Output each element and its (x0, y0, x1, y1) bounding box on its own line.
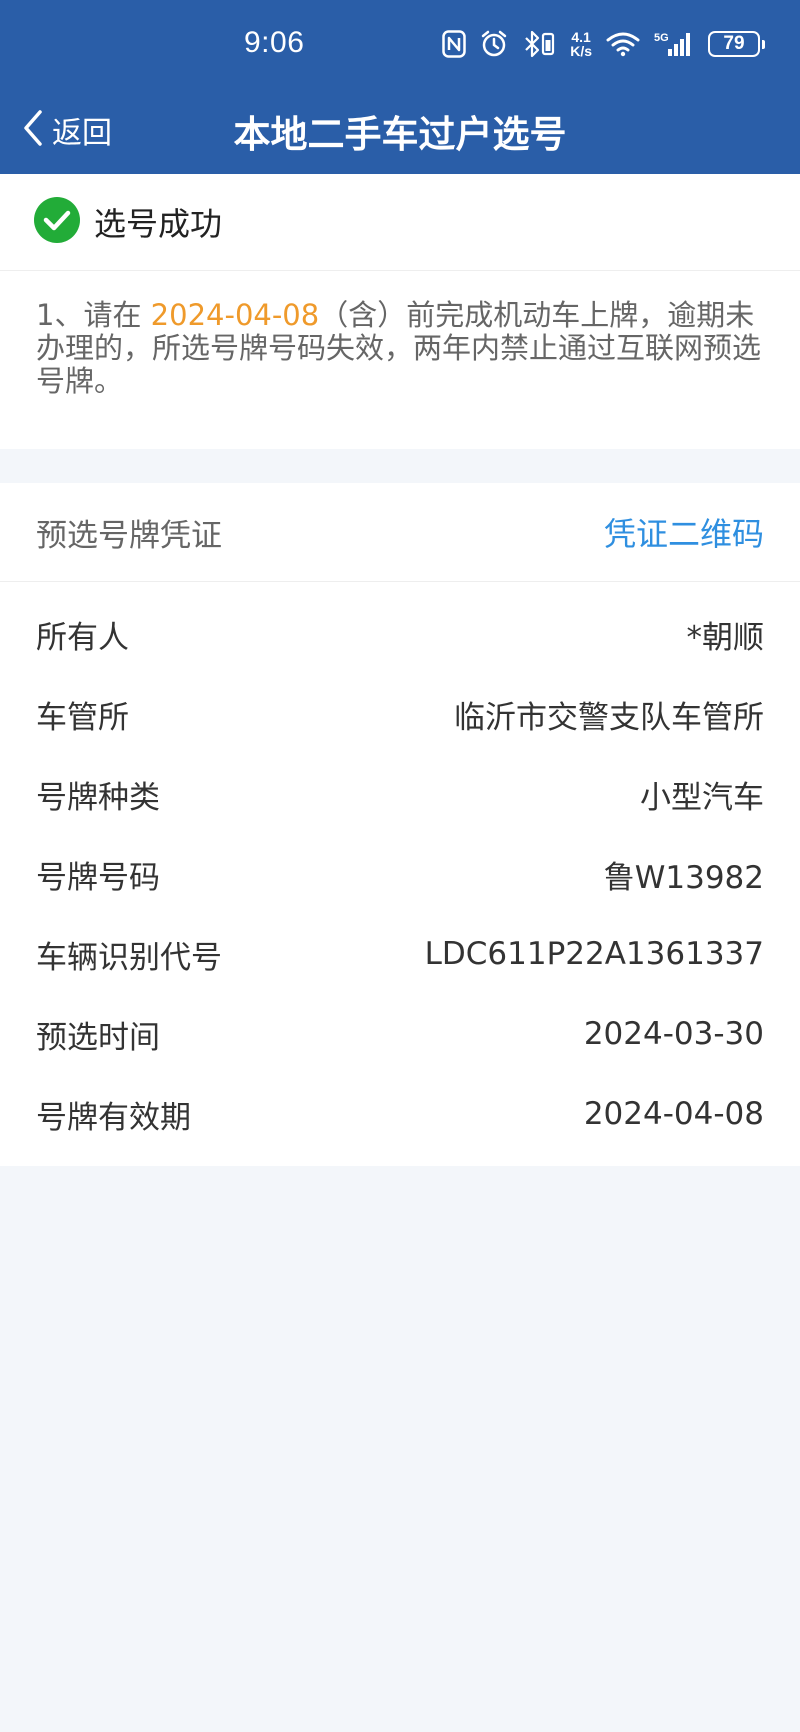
nfc-icon (442, 30, 466, 58)
notice-text: 1、请在 2024-04-08（含）前完成机动车上牌，逾期未办理的，所选号牌号码… (0, 271, 800, 449)
detail-key: 车辆识别代号 (36, 939, 222, 976)
detail-key: 所有人 (36, 619, 129, 656)
result-label: 选号成功 (94, 205, 223, 243)
result-banner: 选号成功 (0, 174, 800, 271)
app-header: 9:06 4.1 K/s 5G 79 返回 本地二手车过户选号 (0, 0, 800, 174)
check-circle-icon (34, 197, 80, 247)
detail-row-select-time: 预选时间 2024-03-30 (36, 994, 764, 1074)
status-time: 9:06 (244, 26, 305, 59)
detail-row-plate-type: 号牌种类 小型汽车 (36, 754, 764, 834)
detail-value: 2024-04-08 (583, 1096, 764, 1132)
signal-5g-icon: 5G (654, 30, 694, 58)
detail-key: 号牌种类 (36, 779, 160, 816)
voucher-card: 预选号牌凭证 凭证二维码 所有人 *朝顺 车管所 临沂市交警支队车管所 号牌种类… (0, 483, 800, 1166)
detail-value: 鲁W13982 (603, 859, 764, 896)
nav-bar: 返回 本地二手车过户选号 (0, 96, 800, 162)
battery-icon: 79 (708, 31, 765, 57)
net-speed-unit: K/s (570, 43, 592, 59)
detail-value: 小型汽车 (640, 779, 764, 816)
detail-value: LDC611P22A1361337 (424, 936, 764, 972)
status-icons: 4.1 K/s 5G 79 (442, 24, 765, 64)
detail-key: 预选时间 (36, 1019, 160, 1056)
voucher-header: 预选号牌凭证 凭证二维码 (0, 483, 800, 582)
detail-row-owner: 所有人 *朝顺 (36, 594, 764, 674)
page-title: 本地二手车过户选号 (233, 113, 567, 156)
bluetooth-icon (522, 30, 556, 58)
detail-row-office: 车管所 临沂市交警支队车管所 (36, 674, 764, 754)
detail-value: *朝顺 (686, 619, 765, 656)
detail-row-valid-until: 号牌有效期 2024-04-08 (36, 1074, 764, 1154)
detail-value: 2024-03-30 (583, 1016, 764, 1052)
detail-key: 号牌有效期 (36, 1099, 191, 1136)
detail-row-plate-number: 号牌号码 鲁W13982 (36, 834, 764, 914)
status-bar: 9:06 4.1 K/s 5G 79 (0, 0, 800, 88)
net-speed-value: 4.1 (571, 29, 591, 45)
notice-prefix: 1、请在 (36, 298, 151, 332)
alarm-icon (480, 30, 508, 58)
battery-level: 79 (723, 33, 745, 54)
voucher-details: 所有人 *朝顺 车管所 临沂市交警支队车管所 号牌种类 小型汽车 号牌号码 鲁W… (0, 582, 800, 1154)
voucher-title: 预选号牌凭证 (36, 517, 222, 554)
notice-deadline-date: 2024-04-08 (150, 298, 320, 332)
signal-label: 5G (654, 32, 669, 44)
detail-row-vin: 车辆识别代号 LDC611P22A1361337 (36, 914, 764, 994)
wifi-icon (606, 31, 640, 57)
detail-key: 号牌号码 (36, 859, 160, 896)
voucher-qr-link[interactable]: 凭证二维码 (604, 509, 764, 555)
detail-key: 车管所 (36, 699, 129, 736)
network-speed-indicator: 4.1 K/s (570, 30, 592, 58)
detail-value: 临沂市交警支队车管所 (454, 699, 764, 736)
